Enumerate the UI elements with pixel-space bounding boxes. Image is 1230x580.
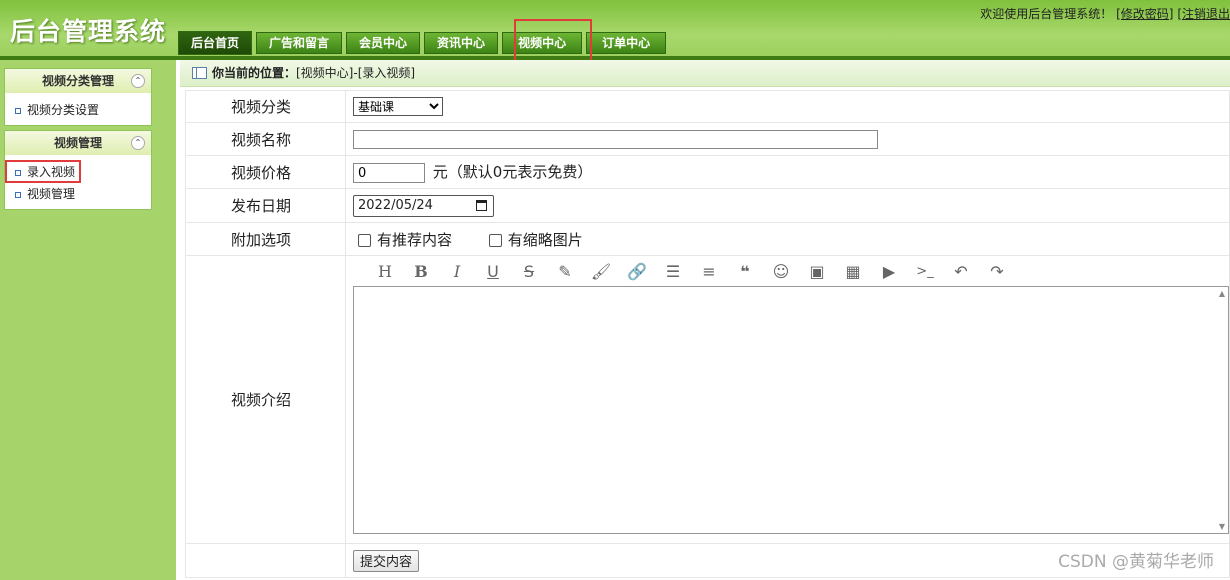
category-label: 视频分类 xyxy=(185,90,346,123)
name-label: 视频名称 xyxy=(185,122,346,156)
sidebar-item-video-management[interactable]: 视频管理 xyxy=(5,183,151,205)
sidebar-group-header[interactable]: 视频管理 ⌃ xyxy=(5,131,151,155)
brush-icon[interactable]: 🖌 xyxy=(583,262,619,281)
video-form: 视频分类 基础课 视频名称 视频价格 元（默认0元表示免费） 发布日期 2022… xyxy=(185,90,1230,578)
italic-icon[interactable]: I xyxy=(439,262,475,281)
breadcrumb-path: [视频中心]-[录入视频] xyxy=(296,66,416,80)
app-logo: 后台管理系统 xyxy=(10,17,167,46)
sidebar-item-video-category-settings[interactable]: 视频分类设置 xyxy=(5,99,151,121)
highlight-icon[interactable]: ✎ xyxy=(547,262,583,281)
recommend-label: 有推荐内容 xyxy=(377,230,453,249)
editor-toolbar: H B I U S ✎ 🖌 🔗 ☰ ≡ ❝ ☺ ▣ ▦ ▶ >_ ↶ ↷ xyxy=(353,256,1229,286)
code-icon[interactable]: >_ xyxy=(907,264,943,279)
change-password-link[interactable]: [修改密码] xyxy=(1116,7,1173,21)
price-label: 视频价格 xyxy=(185,155,346,189)
sidebar: 视频分类管理 ⌃ 视频分类设置 视频管理 ⌃ 录入视频 视频管理 xyxy=(0,60,176,580)
release-date-input[interactable]: 2022/05/24 xyxy=(353,194,494,217)
intro-label: 视频介绍 xyxy=(185,255,346,544)
breadcrumb-label: 你当前的位置： xyxy=(212,66,297,80)
align-icon[interactable]: ≡ xyxy=(691,262,727,281)
image-icon[interactable]: ▣ xyxy=(799,262,835,281)
tab-home[interactable]: 后台首页 xyxy=(178,31,253,55)
sidebar-group-title: 视频分类管理 xyxy=(41,74,114,88)
intro-editor[interactable]: ▲ ▼ xyxy=(353,286,1229,534)
recommend-checkbox[interactable] xyxy=(358,233,371,247)
category-select[interactable]: 基础课 xyxy=(353,97,443,117)
table-icon[interactable]: ▦ xyxy=(835,262,871,281)
window-icon xyxy=(192,67,207,79)
video-name-input[interactable] xyxy=(353,130,878,149)
date-value: 2022/05/24 xyxy=(358,197,433,213)
logout-link[interactable]: [注销退出 xyxy=(1177,7,1230,21)
list-icon[interactable]: ☰ xyxy=(655,262,691,281)
bullet-icon xyxy=(15,107,21,114)
emoji-icon[interactable]: ☺ xyxy=(763,262,799,281)
watermark: CSDN @黄菊华老师 xyxy=(1058,552,1214,572)
scroll-down-icon[interactable]: ▼ xyxy=(1219,522,1225,531)
bullet-icon xyxy=(15,191,21,198)
redo-icon[interactable]: ↷ xyxy=(979,262,1015,281)
sidebar-item-label: 视频管理 xyxy=(27,187,76,201)
scroll-up-icon[interactable]: ▲ xyxy=(1219,289,1225,298)
add-video-highlight-box xyxy=(5,160,81,183)
price-input[interactable] xyxy=(353,163,425,184)
date-label: 发布日期 xyxy=(185,188,346,223)
price-hint: 元（默认0元表示免费） xyxy=(432,162,593,181)
thumbnail-checkbox[interactable] xyxy=(488,233,502,247)
thumbnail-label: 有缩略图片 xyxy=(507,230,583,249)
top-nav: 后台首页 广告和留言 会员中心 资讯中心 视频中心 订单中心 xyxy=(178,31,670,56)
tab-orders[interactable]: 订单中心 xyxy=(586,32,667,54)
sidebar-item-label: 视频分类设置 xyxy=(27,103,100,117)
tab-video[interactable]: 视频中心 xyxy=(502,32,583,54)
header: 后台管理系统 欢迎使用后台管理系统！ [修改密码] [注销退出 后台首页 广告和… xyxy=(0,0,1230,60)
underline-icon[interactable]: U xyxy=(475,262,511,281)
tab-news[interactable]: 资讯中心 xyxy=(424,32,499,54)
link-icon[interactable]: 🔗 xyxy=(619,262,655,281)
undo-icon[interactable]: ↶ xyxy=(943,262,979,281)
tab-ads-messages[interactable]: 广告和留言 xyxy=(256,32,343,54)
welcome-bar: 欢迎使用后台管理系统！ [修改密码] [注销退出 xyxy=(980,5,1230,22)
sidebar-group-header[interactable]: 视频分类管理 ⌃ xyxy=(5,69,151,93)
quote-icon[interactable]: ❝ xyxy=(727,262,763,281)
main-content: 你当前的位置： [视频中心]-[录入视频] 视频分类 基础课 视频名称 视频价格… xyxy=(180,60,1230,580)
collapse-icon[interactable]: ⌃ xyxy=(131,136,145,150)
heading-icon[interactable]: H xyxy=(367,262,403,281)
tab-members[interactable]: 会员中心 xyxy=(346,32,421,54)
sidebar-group-title: 视频管理 xyxy=(53,136,102,150)
video-icon[interactable]: ▶ xyxy=(871,262,907,281)
welcome-text: 欢迎使用后台管理系统！ xyxy=(980,7,1113,21)
strikethrough-icon[interactable]: S xyxy=(511,262,547,281)
breadcrumb: 你当前的位置： [视频中心]-[录入视频] xyxy=(180,60,1230,87)
sidebar-group-video-category: 视频分类管理 ⌃ 视频分类设置 xyxy=(4,68,152,126)
calendar-icon[interactable] xyxy=(476,199,487,211)
submit-row-label xyxy=(185,543,346,578)
collapse-icon[interactable]: ⌃ xyxy=(131,74,145,88)
bold-icon[interactable]: B xyxy=(403,262,439,281)
submit-button[interactable]: 提交内容 xyxy=(353,549,420,572)
options-label: 附加选项 xyxy=(185,222,346,256)
